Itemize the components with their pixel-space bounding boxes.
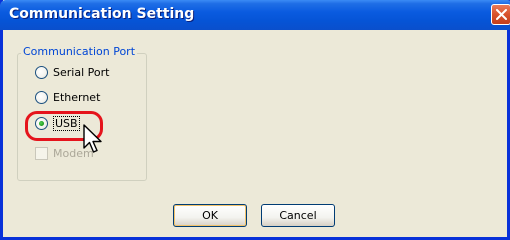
dialog-window: Communication Setting Communication Port… — [0, 0, 510, 240]
dialog-body: Communication Port Serial Port Ethernet … — [3, 30, 507, 237]
group-legend: Communication Port — [21, 45, 138, 58]
radio-label: Ethernet — [53, 91, 101, 104]
ok-button[interactable]: OK — [173, 204, 247, 227]
title-bar[interactable]: Communication Setting — [0, 0, 510, 30]
radio-button[interactable] — [35, 91, 48, 104]
radio-button[interactable] — [35, 66, 48, 79]
mouse-pointer-icon — [83, 124, 102, 153]
modem-checkbox[interactable] — [35, 147, 48, 160]
radio-label: Serial Port — [53, 66, 110, 79]
cancel-button[interactable]: Cancel — [261, 204, 335, 227]
close-button[interactable] — [491, 4, 510, 25]
window-title: Communication Setting — [9, 6, 195, 22]
close-icon — [496, 9, 507, 20]
